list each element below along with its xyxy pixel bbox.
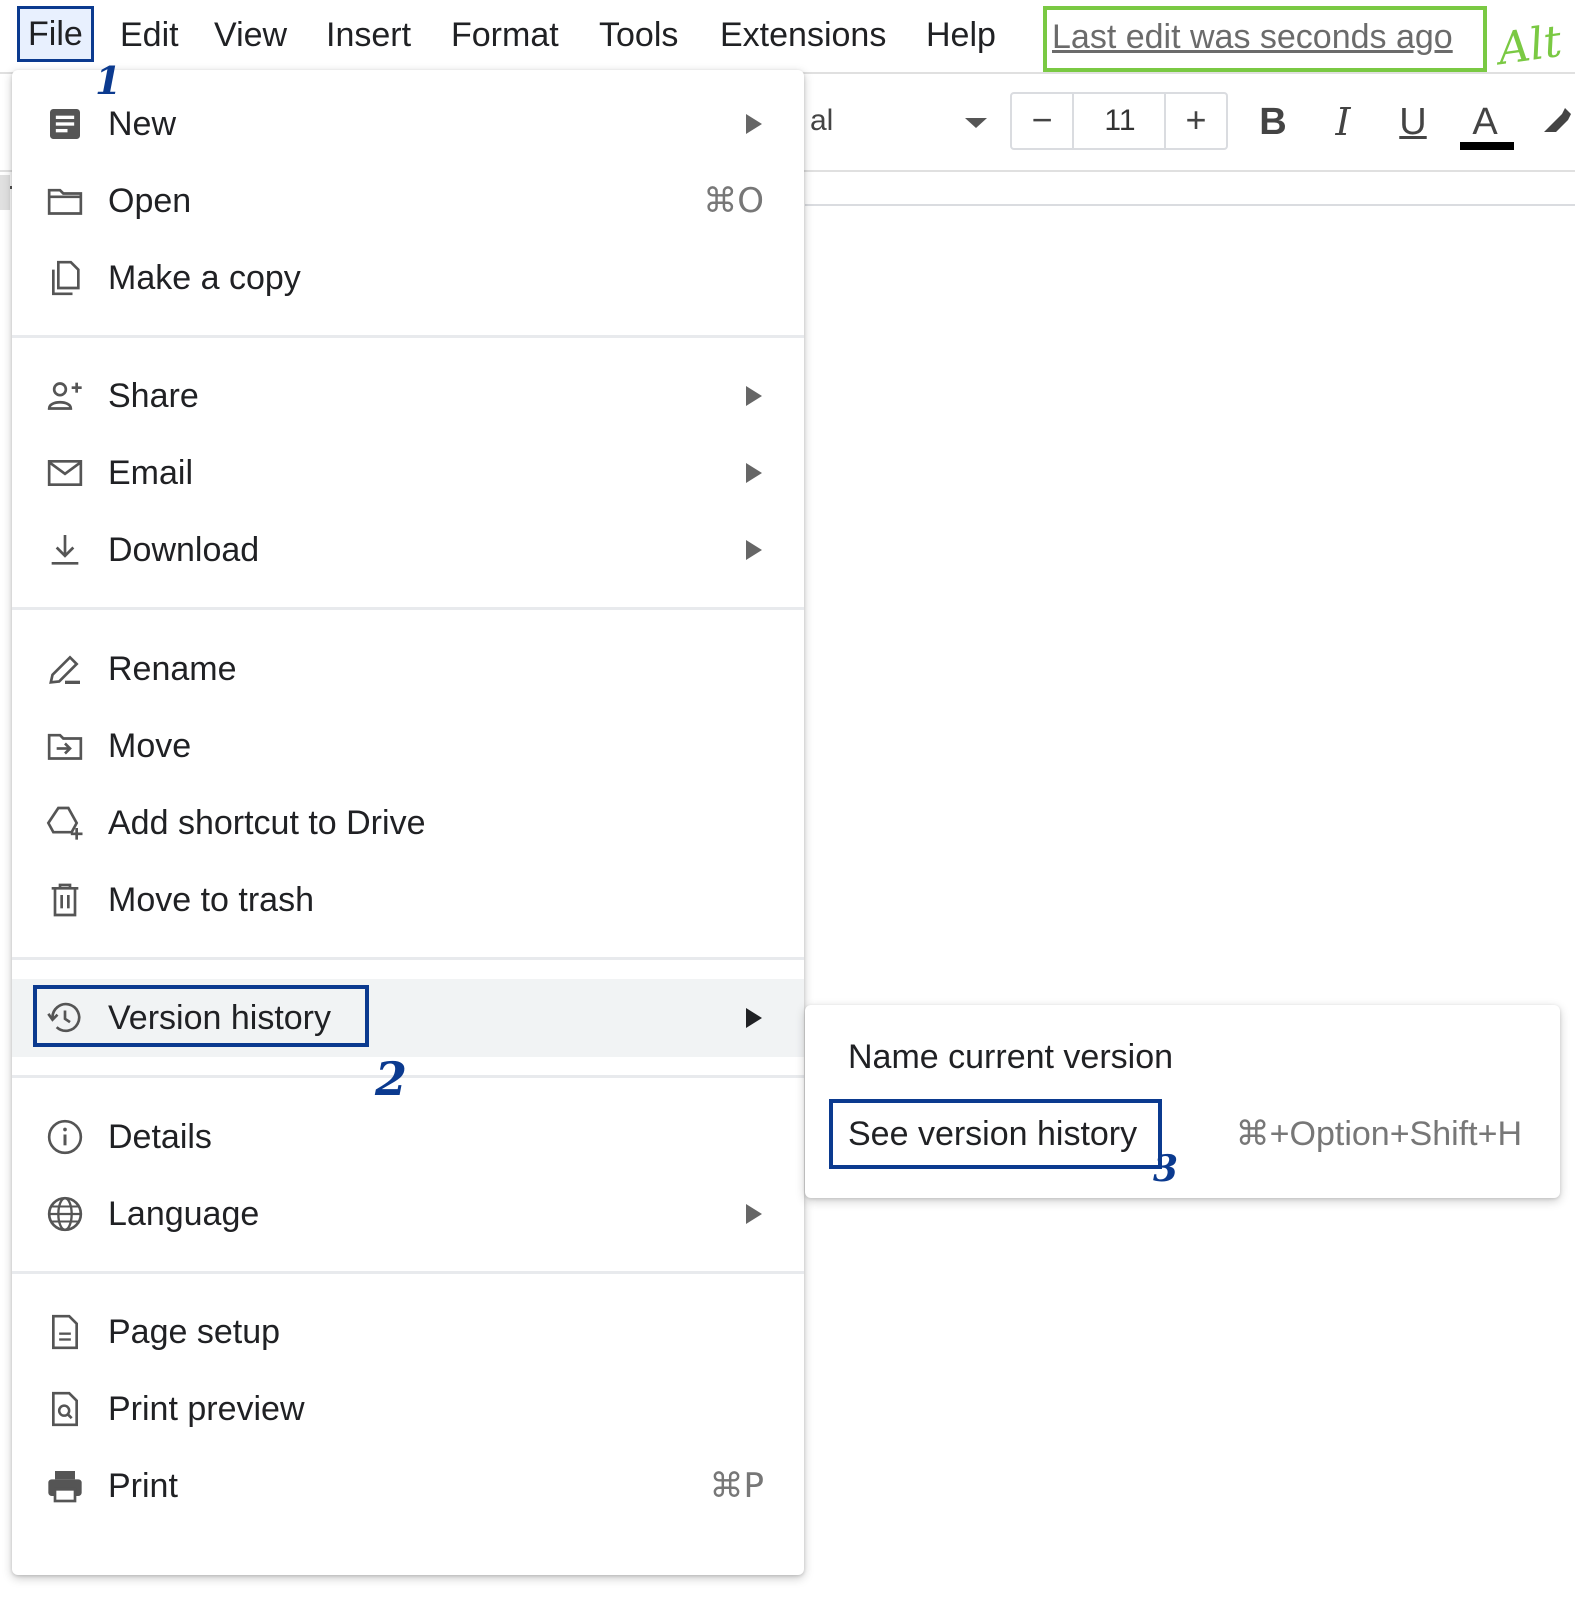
printer-icon bbox=[48, 1471, 82, 1503]
file-menu: New Open ⌘O Make a copy Share Email Down… bbox=[12, 70, 804, 1575]
menu-item-move[interactable]: Move bbox=[12, 707, 804, 785]
page-icon bbox=[52, 1314, 78, 1350]
menu-item-share[interactable]: Share bbox=[12, 357, 804, 435]
menu-item-print[interactable]: Print ⌘P bbox=[12, 1447, 804, 1525]
menu-item-label: Move bbox=[108, 727, 192, 765]
menu-item-label: Make a copy bbox=[108, 259, 301, 297]
menu-item-label: Open bbox=[108, 182, 192, 220]
menu-item-move-to-trash[interactable]: Move to trash bbox=[12, 861, 804, 939]
menu-view[interactable]: View bbox=[214, 12, 287, 58]
menu-item-label: Version history bbox=[108, 999, 331, 1037]
menu-item-label: Share bbox=[108, 377, 199, 415]
submenu-item-label: Name current version bbox=[848, 1038, 1174, 1076]
chevron-down-icon[interactable] bbox=[965, 118, 987, 128]
menu-item-open[interactable]: Open ⌘O bbox=[12, 162, 804, 240]
menu-item-label: Download bbox=[108, 531, 260, 569]
side-panel-edge bbox=[0, 175, 10, 210]
annotation-step-3: 3 bbox=[1153, 1148, 1179, 1190]
menu-item-label: Rename bbox=[108, 650, 237, 688]
underline-button[interactable]: U bbox=[1388, 96, 1438, 148]
increase-font-size-button[interactable]: + bbox=[1164, 94, 1226, 148]
shortcut-text: ⌘P bbox=[709, 1466, 764, 1506]
menu-divider bbox=[12, 1075, 804, 1078]
menu-divider bbox=[12, 1271, 804, 1274]
italic-button[interactable]: I bbox=[1318, 96, 1368, 148]
text-color-swatch bbox=[1460, 142, 1514, 150]
menu-bar: File Edit View Insert Format Tools Exten… bbox=[0, 0, 1575, 76]
menu-item-language[interactable]: Language bbox=[12, 1175, 804, 1253]
menu-item-page-setup[interactable]: Page setup bbox=[12, 1293, 804, 1371]
menu-extensions[interactable]: Extensions bbox=[720, 12, 886, 58]
menu-divider bbox=[12, 957, 804, 960]
menu-item-label: Print bbox=[108, 1467, 178, 1505]
info-icon bbox=[47, 1119, 83, 1155]
menu-item-label: Add shortcut to Drive bbox=[108, 804, 426, 842]
submenu-item-see-version-history[interactable]: See version history ⌘+Option+Shift+H bbox=[805, 1095, 1560, 1173]
font-size-control: − 11 + bbox=[1010, 92, 1228, 150]
annotation-alt: Alt bbox=[1494, 15, 1565, 76]
menu-item-rename[interactable]: Rename bbox=[12, 630, 804, 708]
menu-item-label: Print preview bbox=[108, 1390, 305, 1428]
menu-item-add-shortcut[interactable]: Add shortcut to Drive bbox=[12, 784, 804, 862]
menu-item-label: Details bbox=[108, 1118, 212, 1156]
globe-icon bbox=[47, 1196, 83, 1232]
trash-icon bbox=[51, 883, 79, 917]
menu-insert[interactable]: Insert bbox=[326, 12, 411, 58]
copy-icon bbox=[52, 260, 80, 296]
shortcut-text: ⌘+Option+Shift+H bbox=[1235, 1115, 1522, 1153]
bold-button[interactable]: B bbox=[1248, 96, 1298, 148]
history-icon bbox=[47, 1002, 81, 1033]
menu-item-label: Language bbox=[108, 1195, 260, 1233]
decrease-font-size-button[interactable]: − bbox=[1012, 94, 1074, 148]
drive-shortcut-icon bbox=[46, 806, 83, 840]
menu-divider bbox=[12, 607, 804, 610]
shortcut-text: ⌘O bbox=[703, 181, 764, 221]
menu-item-label: Email bbox=[108, 454, 194, 492]
submenu-arrow-icon bbox=[746, 463, 762, 483]
last-edit-link[interactable]: Last edit was seconds ago bbox=[1052, 14, 1453, 60]
document-icon bbox=[50, 109, 80, 139]
folder-icon bbox=[47, 188, 83, 215]
menu-divider bbox=[12, 335, 804, 338]
text-color-button[interactable]: A bbox=[1460, 96, 1510, 148]
menu-format[interactable]: Format bbox=[451, 12, 559, 58]
envelope-icon bbox=[47, 460, 83, 486]
highlighter-icon[interactable] bbox=[1538, 102, 1574, 138]
pencil-icon bbox=[49, 655, 80, 684]
annotation-step-1: 1 bbox=[95, 58, 122, 103]
menu-item-details[interactable]: Details bbox=[12, 1098, 804, 1176]
submenu-arrow-icon bbox=[746, 1204, 762, 1224]
submenu-item-label: See version history bbox=[848, 1115, 1138, 1153]
menu-tools[interactable]: Tools bbox=[599, 12, 678, 58]
version-history-submenu: Name current version See version history… bbox=[805, 1005, 1560, 1198]
submenu-arrow-icon bbox=[746, 114, 762, 134]
move-folder-icon bbox=[47, 733, 83, 760]
download-icon bbox=[51, 535, 79, 565]
ruler bbox=[805, 204, 1575, 206]
menu-item-download[interactable]: Download bbox=[12, 511, 804, 589]
annotation-step-2: 2 bbox=[375, 1052, 408, 1106]
submenu-arrow-icon bbox=[746, 386, 762, 406]
font-name-select[interactable]: al bbox=[810, 104, 833, 138]
menu-item-print-preview[interactable]: Print preview bbox=[12, 1370, 804, 1448]
menu-edit[interactable]: Edit bbox=[120, 12, 179, 58]
submenu-item-name-current-version[interactable]: Name current version bbox=[805, 1018, 1560, 1096]
submenu-arrow-icon bbox=[746, 1008, 762, 1028]
menu-file[interactable]: File bbox=[17, 6, 94, 62]
menu-help[interactable]: Help bbox=[926, 12, 996, 58]
add-person-icon bbox=[47, 382, 82, 410]
menu-item-label: Move to trash bbox=[108, 881, 314, 919]
menu-item-version-history[interactable]: Version history bbox=[12, 979, 804, 1057]
menu-item-label: Page setup bbox=[108, 1313, 281, 1351]
menu-item-make-copy[interactable]: Make a copy bbox=[12, 239, 804, 317]
font-size-input[interactable]: 11 bbox=[1074, 94, 1166, 148]
menu-item-email[interactable]: Email bbox=[12, 434, 804, 512]
menu-item-new[interactable]: New bbox=[12, 85, 804, 163]
submenu-arrow-icon bbox=[746, 540, 762, 560]
print-preview-icon bbox=[52, 1391, 78, 1427]
